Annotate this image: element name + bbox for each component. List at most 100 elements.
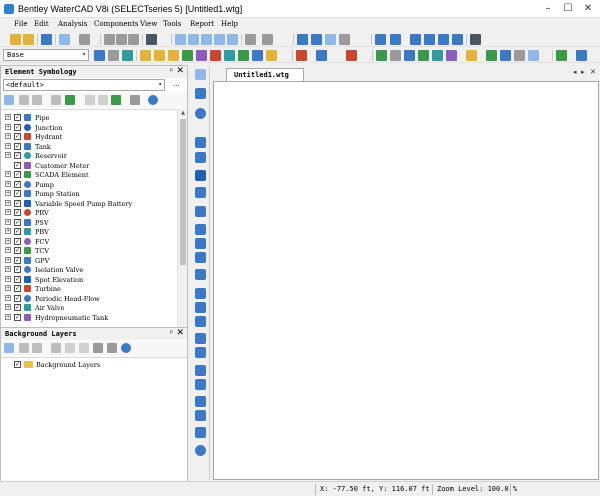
pump-definitions-icon[interactable]: [196, 50, 207, 61]
collapse-all-icon[interactable]: [107, 343, 117, 353]
air-valve-icon[interactable]: [195, 347, 206, 358]
menu-file[interactable]: File: [14, 20, 27, 28]
skelebrator-icon[interactable]: [418, 50, 429, 61]
add-folder-icon[interactable]: [65, 95, 75, 105]
customer-meter-icon[interactable]: [195, 187, 206, 198]
hammer-icon[interactable]: [486, 50, 497, 61]
expander-icon[interactable]: +: [5, 237, 11, 244]
help-icon[interactable]: [121, 343, 131, 353]
surge-tank-icon[interactable]: [195, 427, 206, 438]
expander-icon[interactable]: +: [5, 123, 11, 130]
tree-item[interactable]: + ✓ Junction: [1, 123, 177, 133]
delete-icon[interactable]: [19, 95, 29, 105]
expander-icon[interactable]: +: [5, 304, 11, 310]
tab-prev-icon[interactable]: ◂: [573, 68, 577, 76]
help-icon[interactable]: [148, 95, 158, 105]
calculation-options-icon[interactable]: [325, 34, 336, 45]
page-setup-icon[interactable]: [59, 34, 70, 45]
contours-icon[interactable]: [438, 34, 449, 45]
refresh-icon[interactable]: [262, 34, 273, 45]
tab-untitled1[interactable]: Untitled1.wtg: [226, 68, 304, 81]
undo-icon[interactable]: [116, 34, 127, 45]
scada-connect-icon[interactable]: [432, 50, 443, 61]
expander-icon[interactable]: +: [5, 294, 11, 301]
checkbox[interactable]: ✓: [14, 266, 21, 273]
rupture-disk-icon[interactable]: [195, 445, 206, 456]
expander-icon[interactable]: +: [5, 247, 11, 253]
spot-elevation-icon[interactable]: [195, 316, 206, 327]
tree-item[interactable]: + ✓ SCADA Element: [1, 170, 177, 180]
criticality-icon[interactable]: [346, 50, 357, 61]
tree-item[interactable]: + ✓ PRV: [1, 208, 177, 218]
expander-icon[interactable]: +: [5, 199, 11, 206]
expand-all-icon[interactable]: [93, 343, 103, 353]
tree-item[interactable]: + ✓ Hydrant: [1, 132, 177, 142]
checkbox[interactable]: ✓: [14, 294, 21, 302]
shift-down-icon[interactable]: [98, 95, 108, 105]
checkbox[interactable]: ✓: [14, 361, 21, 368]
maximize-button[interactable]: ☐: [558, 1, 578, 17]
tree-item[interactable]: + ✓ Air Valve: [1, 303, 177, 313]
edit-icon[interactable]: [51, 343, 61, 353]
checkbox[interactable]: ✓: [14, 171, 21, 178]
sync-icon[interactable]: [528, 50, 539, 61]
energy-costs-icon[interactable]: [154, 50, 165, 61]
expand-all-icon[interactable]: [130, 95, 140, 105]
new-icon[interactable]: [10, 34, 21, 45]
refresh-icon[interactable]: [111, 95, 121, 105]
valve-icon[interactable]: [195, 288, 206, 299]
checkbox[interactable]: ✓: [14, 152, 21, 159]
expander-icon[interactable]: +: [5, 114, 11, 120]
isolation-valve-icon[interactable]: [195, 302, 206, 313]
tree-item[interactable]: + ✓ Periodic Head-Flow: [1, 294, 177, 304]
checkbox[interactable]: ✓: [14, 304, 21, 311]
user-notifications-icon[interactable]: [122, 50, 133, 61]
tree-item-background-layers[interactable]: ✓ Background Layers: [1, 360, 177, 370]
expander-icon[interactable]: +: [5, 142, 11, 149]
scroll-up-icon[interactable]: ▲: [178, 109, 188, 118]
checkbox[interactable]: ✓: [14, 209, 21, 216]
profiles-icon[interactable]: [424, 34, 435, 45]
checkbox[interactable]: ✓: [14, 285, 21, 292]
tank-icon[interactable]: [195, 152, 206, 163]
tree-item[interactable]: + ✓ Pump: [1, 180, 177, 190]
expander-icon[interactable]: +: [5, 171, 11, 177]
tree-item[interactable]: ✓ Customer Meter: [1, 161, 177, 171]
fire-flow-icon[interactable]: [296, 50, 307, 61]
checkbox[interactable]: ✓: [14, 275, 21, 283]
delete-icon[interactable]: [19, 343, 29, 353]
redo-icon[interactable]: [128, 34, 139, 45]
scroll-thumb[interactable]: [180, 119, 186, 265]
reservoir-icon[interactable]: [195, 170, 206, 181]
discharge-icon[interactable]: [195, 410, 206, 421]
validate-icon[interactable]: [108, 50, 119, 61]
shift-down-icon[interactable]: [79, 343, 89, 353]
checkbox[interactable]: ✓: [14, 190, 21, 197]
pin-icon[interactable]: ᵖ: [170, 67, 173, 75]
drawing-canvas[interactable]: [213, 81, 599, 480]
zoom-out-icon[interactable]: [214, 34, 225, 45]
tree-item[interactable]: + ✓ Reservoir: [1, 151, 177, 161]
refresh-drawing-icon[interactable]: [556, 50, 567, 61]
zoom-window-icon[interactable]: [188, 34, 199, 45]
check-valve-icon[interactable]: [195, 379, 206, 390]
zoom-extents-icon[interactable]: [175, 34, 186, 45]
engineering-libraries-icon[interactable]: [238, 50, 249, 61]
modelbuilder-icon[interactable]: [404, 50, 415, 61]
tree-item[interactable]: + ✓ Variable Speed Pump Battery: [1, 199, 177, 209]
gis-icon[interactable]: [500, 50, 511, 61]
expander-icon[interactable]: +: [5, 209, 11, 215]
zoom-in-icon[interactable]: [201, 34, 212, 45]
checkbox[interactable]: ✓: [14, 199, 21, 207]
checkbox[interactable]: ✓: [14, 123, 21, 131]
checkbox[interactable]: ✓: [14, 218, 21, 226]
loadbuilder-icon[interactable]: [376, 50, 387, 61]
shift-up-icon[interactable]: [85, 95, 95, 105]
periodic-head-flow-icon[interactable]: [195, 333, 206, 344]
expander-icon[interactable]: +: [5, 228, 11, 234]
edit-icon[interactable]: [51, 95, 61, 105]
close-button[interactable]: ✕: [578, 1, 598, 17]
external-tools-icon[interactable]: [466, 50, 477, 61]
tree-item[interactable]: + ✓ TCV: [1, 246, 177, 256]
minimize-button[interactable]: –: [538, 1, 558, 17]
